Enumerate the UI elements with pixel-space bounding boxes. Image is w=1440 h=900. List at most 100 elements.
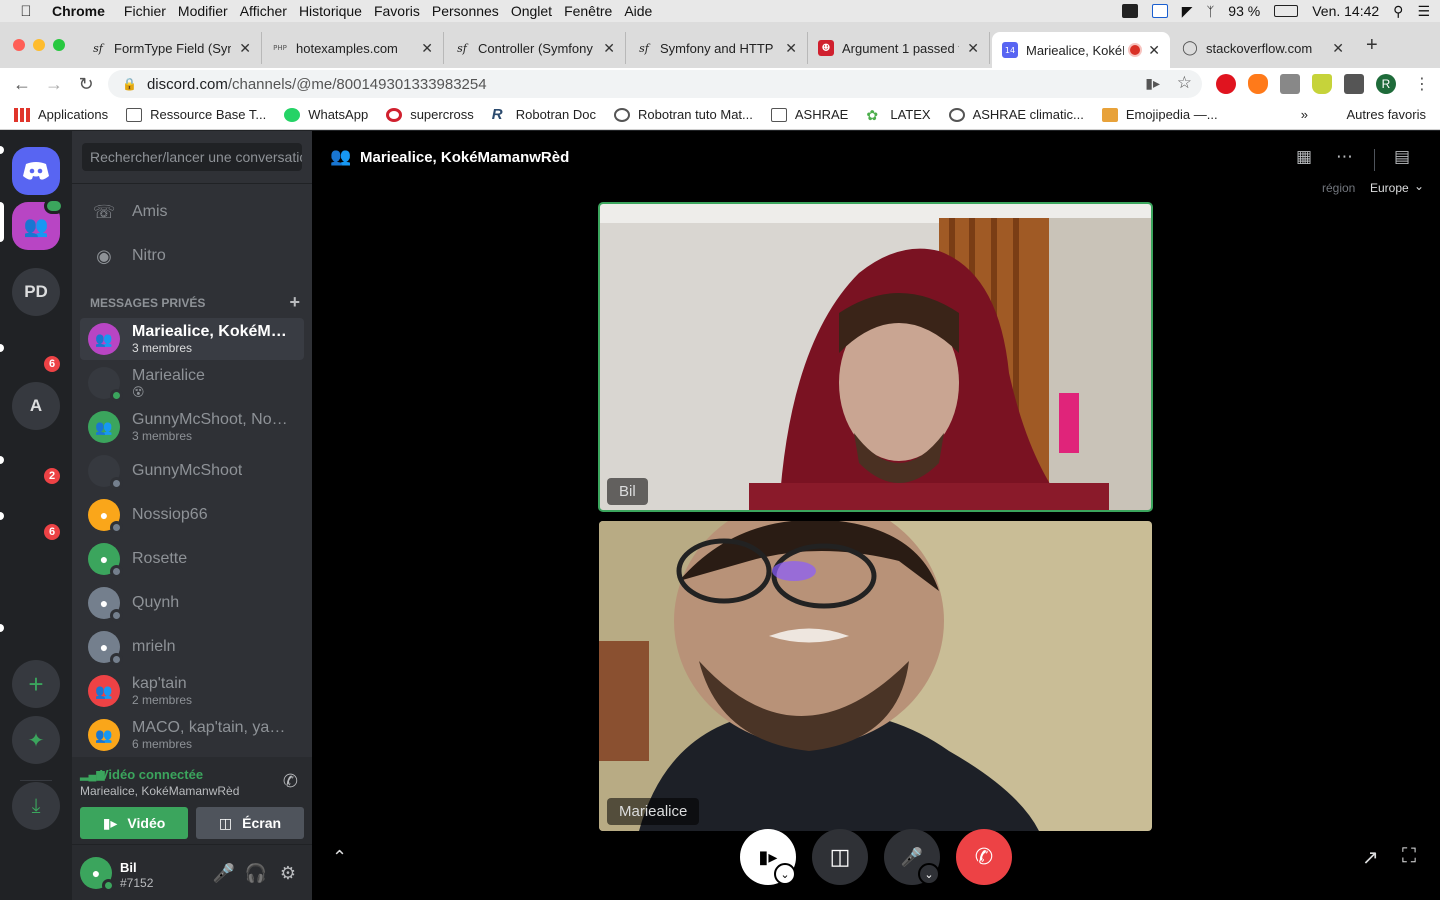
menu-onglet[interactable]: Onglet (511, 3, 563, 19)
region-select[interactable]: Europe (1370, 181, 1409, 195)
close-tab-icon[interactable]: ✕ (421, 40, 433, 57)
bookmark-star-icon[interactable]: ☆ (1177, 73, 1192, 93)
screen-share-button[interactable]: ◫ Écran (196, 807, 304, 839)
browser-tab[interactable]: sf FormType Field (Symfony ✕ (80, 32, 262, 64)
dm-item[interactable]: ● Nossiop66 (80, 494, 304, 536)
bookmark-ashrae[interactable]: ASHRAE (770, 107, 848, 122)
menu-aide[interactable]: Aide (624, 3, 663, 19)
menu-historique[interactable]: Historique (299, 3, 373, 19)
pop-out-icon[interactable]: ↗ (1362, 845, 1379, 870)
layout-grid-icon[interactable]: ▦ (1296, 147, 1312, 167)
extensions-puzzle-icon[interactable] (1344, 74, 1364, 94)
dm-item[interactable]: Mariealice 😵 (80, 362, 304, 404)
user-avatar[interactable]: ● (80, 857, 115, 892)
mic-options-chevron-icon[interactable]: ⌄ (918, 863, 940, 885)
dm-item[interactable]: ● Rosette (80, 538, 304, 580)
dm-item-group[interactable]: 👥 kap'tain 2 membres (80, 670, 304, 712)
flask-extension-icon[interactable] (1312, 74, 1332, 94)
apple-icon[interactable]:  (0, 3, 52, 20)
control-center-icon[interactable]: ☰ (1417, 3, 1430, 20)
bookmark-emojipedia[interactable]: Emojipedia —... (1101, 107, 1218, 122)
menu-favoris[interactable]: Favoris (374, 3, 431, 19)
forward-icon[interactable]: → (38, 74, 70, 95)
close-tab-icon[interactable]: ✕ (239, 40, 251, 57)
browser-tab[interactable]: ☻ Argument 1 passed to ✕ (808, 32, 990, 64)
dm-item-group[interactable]: 👥 Mariealice, KokéMamanwRèd3 membres (80, 318, 304, 360)
close-tab-icon[interactable]: ✕ (1332, 40, 1344, 57)
wifi-icon[interactable]: ◤ (1182, 3, 1193, 20)
bookmark-ressource-base[interactable]: Ressource Base T... (126, 107, 266, 122)
bookmark-robotran-tuto[interactable]: Robotran tuto Mat... (613, 107, 753, 122)
back-icon[interactable]: ← (6, 74, 38, 95)
teamviewer-icon[interactable] (1151, 4, 1168, 18)
mute-toggle-button[interactable]: 🎤 ⌄ (884, 829, 940, 885)
spotlight-search-icon[interactable]: ⚲ (1393, 3, 1403, 20)
bookmark-applications[interactable]: Applications (14, 107, 108, 122)
explore-servers-compass-icon[interactable]: ✦ (12, 716, 60, 764)
camera-in-use-icon[interactable]: ▮▸ (1145, 75, 1160, 92)
menu-afficher[interactable]: Afficher (240, 3, 298, 19)
settings-gear-icon[interactable]: ⚙ (276, 863, 300, 884)
close-tab-icon[interactable]: ✕ (1148, 42, 1160, 59)
browser-tab[interactable]: PHP hotexamples.com ✕ (262, 32, 444, 64)
bookmark-ashrae-climatic[interactable]: ASHRAE climatic... (948, 107, 1084, 122)
active-call-dm-button[interactable]: 👥 (12, 198, 64, 250)
create-dm-plus-icon[interactable]: + (289, 293, 300, 311)
headphones-icon[interactable]: 🎧 (244, 863, 268, 884)
bookmark-latex[interactable]: ✿ LATEX (866, 107, 930, 122)
inbox-icon[interactable]: ▤ (1394, 147, 1410, 167)
zoom-window-button[interactable] (53, 39, 65, 51)
bluetooth-icon[interactable]: ᛉ (1206, 4, 1214, 19)
more-options-icon[interactable]: ⋯ (1336, 147, 1353, 167)
bookmarks-overflow-chevron[interactable]: » (1301, 107, 1308, 122)
battery-icon[interactable] (1274, 5, 1299, 17)
microphone-icon[interactable]: 🎤 (212, 863, 236, 884)
menu-app-name[interactable]: Chrome (52, 3, 116, 19)
chrome-menu-icon[interactable]: ⋮ (1414, 74, 1430, 94)
other-bookmarks[interactable]: Autres favoris (1323, 107, 1426, 122)
browser-tab[interactable]: sf Symfony and HTTP Fundam ✕ (626, 32, 808, 64)
screen-share-toggle-button[interactable]: ◫ (812, 829, 868, 885)
reload-icon[interactable]: ↻ (70, 74, 102, 95)
leave-call-button[interactable]: ✆ (956, 829, 1012, 885)
video-tile[interactable]: Bil (598, 202, 1153, 512)
close-tab-icon[interactable]: ✕ (603, 40, 615, 57)
browser-tab[interactable]: sf Controller (Symfony Docs) ✕ (444, 32, 626, 64)
browser-tab[interactable]: ◯ stackoverflow.com ✕ (1172, 32, 1354, 64)
new-tab-button[interactable]: + (1366, 34, 1378, 57)
close-tab-icon[interactable]: ✕ (785, 40, 797, 57)
dm-item[interactable]: GunnyMcShoot (80, 450, 304, 492)
video-toggle-button[interactable]: ▮▸ Vidéo (80, 807, 188, 839)
video-tile[interactable]: Mariealice (599, 521, 1152, 831)
browser-tab-active[interactable]: 14 Mariealice, KokéMamanwRèd ✕ (992, 32, 1170, 68)
close-window-button[interactable] (13, 39, 25, 51)
menu-fenetre[interactable]: Fenêtre (564, 3, 623, 19)
profile-avatar[interactable]: R (1376, 74, 1396, 94)
box-extension-icon[interactable] (1280, 74, 1300, 94)
download-apps-icon[interactable]: ⤓ (12, 782, 60, 830)
server-pd[interactable]: PD (12, 268, 60, 316)
camera-options-chevron-icon[interactable]: ⌄ (774, 863, 796, 885)
disconnect-call-icon[interactable]: ✆ (283, 771, 298, 792)
address-bar[interactable]: 🔒 discord.com/channels/@me/8001493013339… (108, 70, 1202, 98)
friends-nav-item[interactable]: ☏ Amis (80, 191, 304, 233)
chevron-down-icon[interactable]: ⌄ (1414, 179, 1424, 193)
fullscreen-icon[interactable]: ⛶ (1402, 845, 1416, 868)
menu-personnes[interactable]: Personnes (432, 3, 510, 19)
dm-item-group[interactable]: 👥 MACO, kap'tain, yannick 6 membres (80, 714, 304, 756)
discord-home-button[interactable] (12, 147, 60, 195)
minimize-window-button[interactable] (33, 39, 45, 51)
clock[interactable]: Ven. 14:42 (1312, 3, 1379, 19)
chevron-up-icon[interactable]: ⌃ (332, 847, 347, 868)
voice-status[interactable]: Vidéo connectée (100, 767, 203, 782)
bookmark-whatsapp[interactable]: WhatsApp (284, 107, 368, 122)
add-server-button[interactable]: + (12, 660, 60, 708)
screen-share-status-icon[interactable] (1121, 4, 1138, 18)
dm-item-group[interactable]: 👥 GunnyMcShoot, Nossiop663 membres (80, 406, 304, 448)
menu-fichier[interactable]: Fichier (124, 3, 177, 19)
bookmark-robotran-doc[interactable]: R Robotran Doc (492, 107, 596, 123)
opera-extension-icon[interactable] (1216, 74, 1236, 94)
search-input[interactable]: Rechercher/lancer une conversation (82, 143, 302, 171)
username[interactable]: Bil (120, 860, 137, 875)
camera-toggle-button[interactable]: ▮▸ ⌄ (740, 829, 796, 885)
